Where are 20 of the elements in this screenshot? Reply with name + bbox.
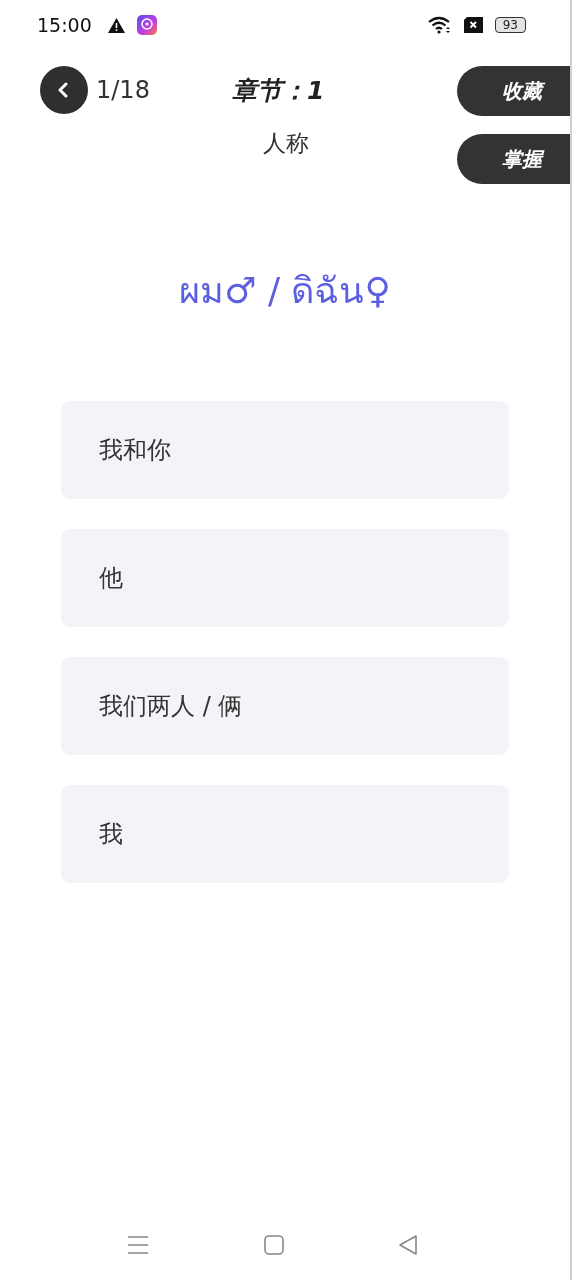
answer-option[interactable]: 我 [61,785,509,883]
back-button[interactable] [40,66,88,114]
action-button[interactable]: 掌握 [457,134,570,184]
status-time: 15:00 [37,14,92,36]
action-button[interactable]: 收藏 [457,66,570,116]
answer-option[interactable]: 我和你 [61,401,509,499]
battery-indicator: 93 [494,17,526,33]
chapter-title: 章节：1 [231,74,325,107]
back-icon[interactable] [398,1235,418,1255]
wifi-icon [427,16,452,34]
no-sim-icon [463,17,483,33]
app-icon [136,15,157,35]
home-icon[interactable] [263,1235,284,1255]
topic-subtitle: 人称 [261,129,310,158]
answer-option[interactable]: 他 [61,529,509,627]
menu-icon[interactable] [127,1235,149,1255]
answer-option[interactable]: 我们两人 / 俩 [61,657,509,755]
thai-word: ผม♂ / ดิฉัน♀ [178,269,392,313]
warning-icon [107,17,125,33]
page-counter: 1/18 [96,76,150,104]
